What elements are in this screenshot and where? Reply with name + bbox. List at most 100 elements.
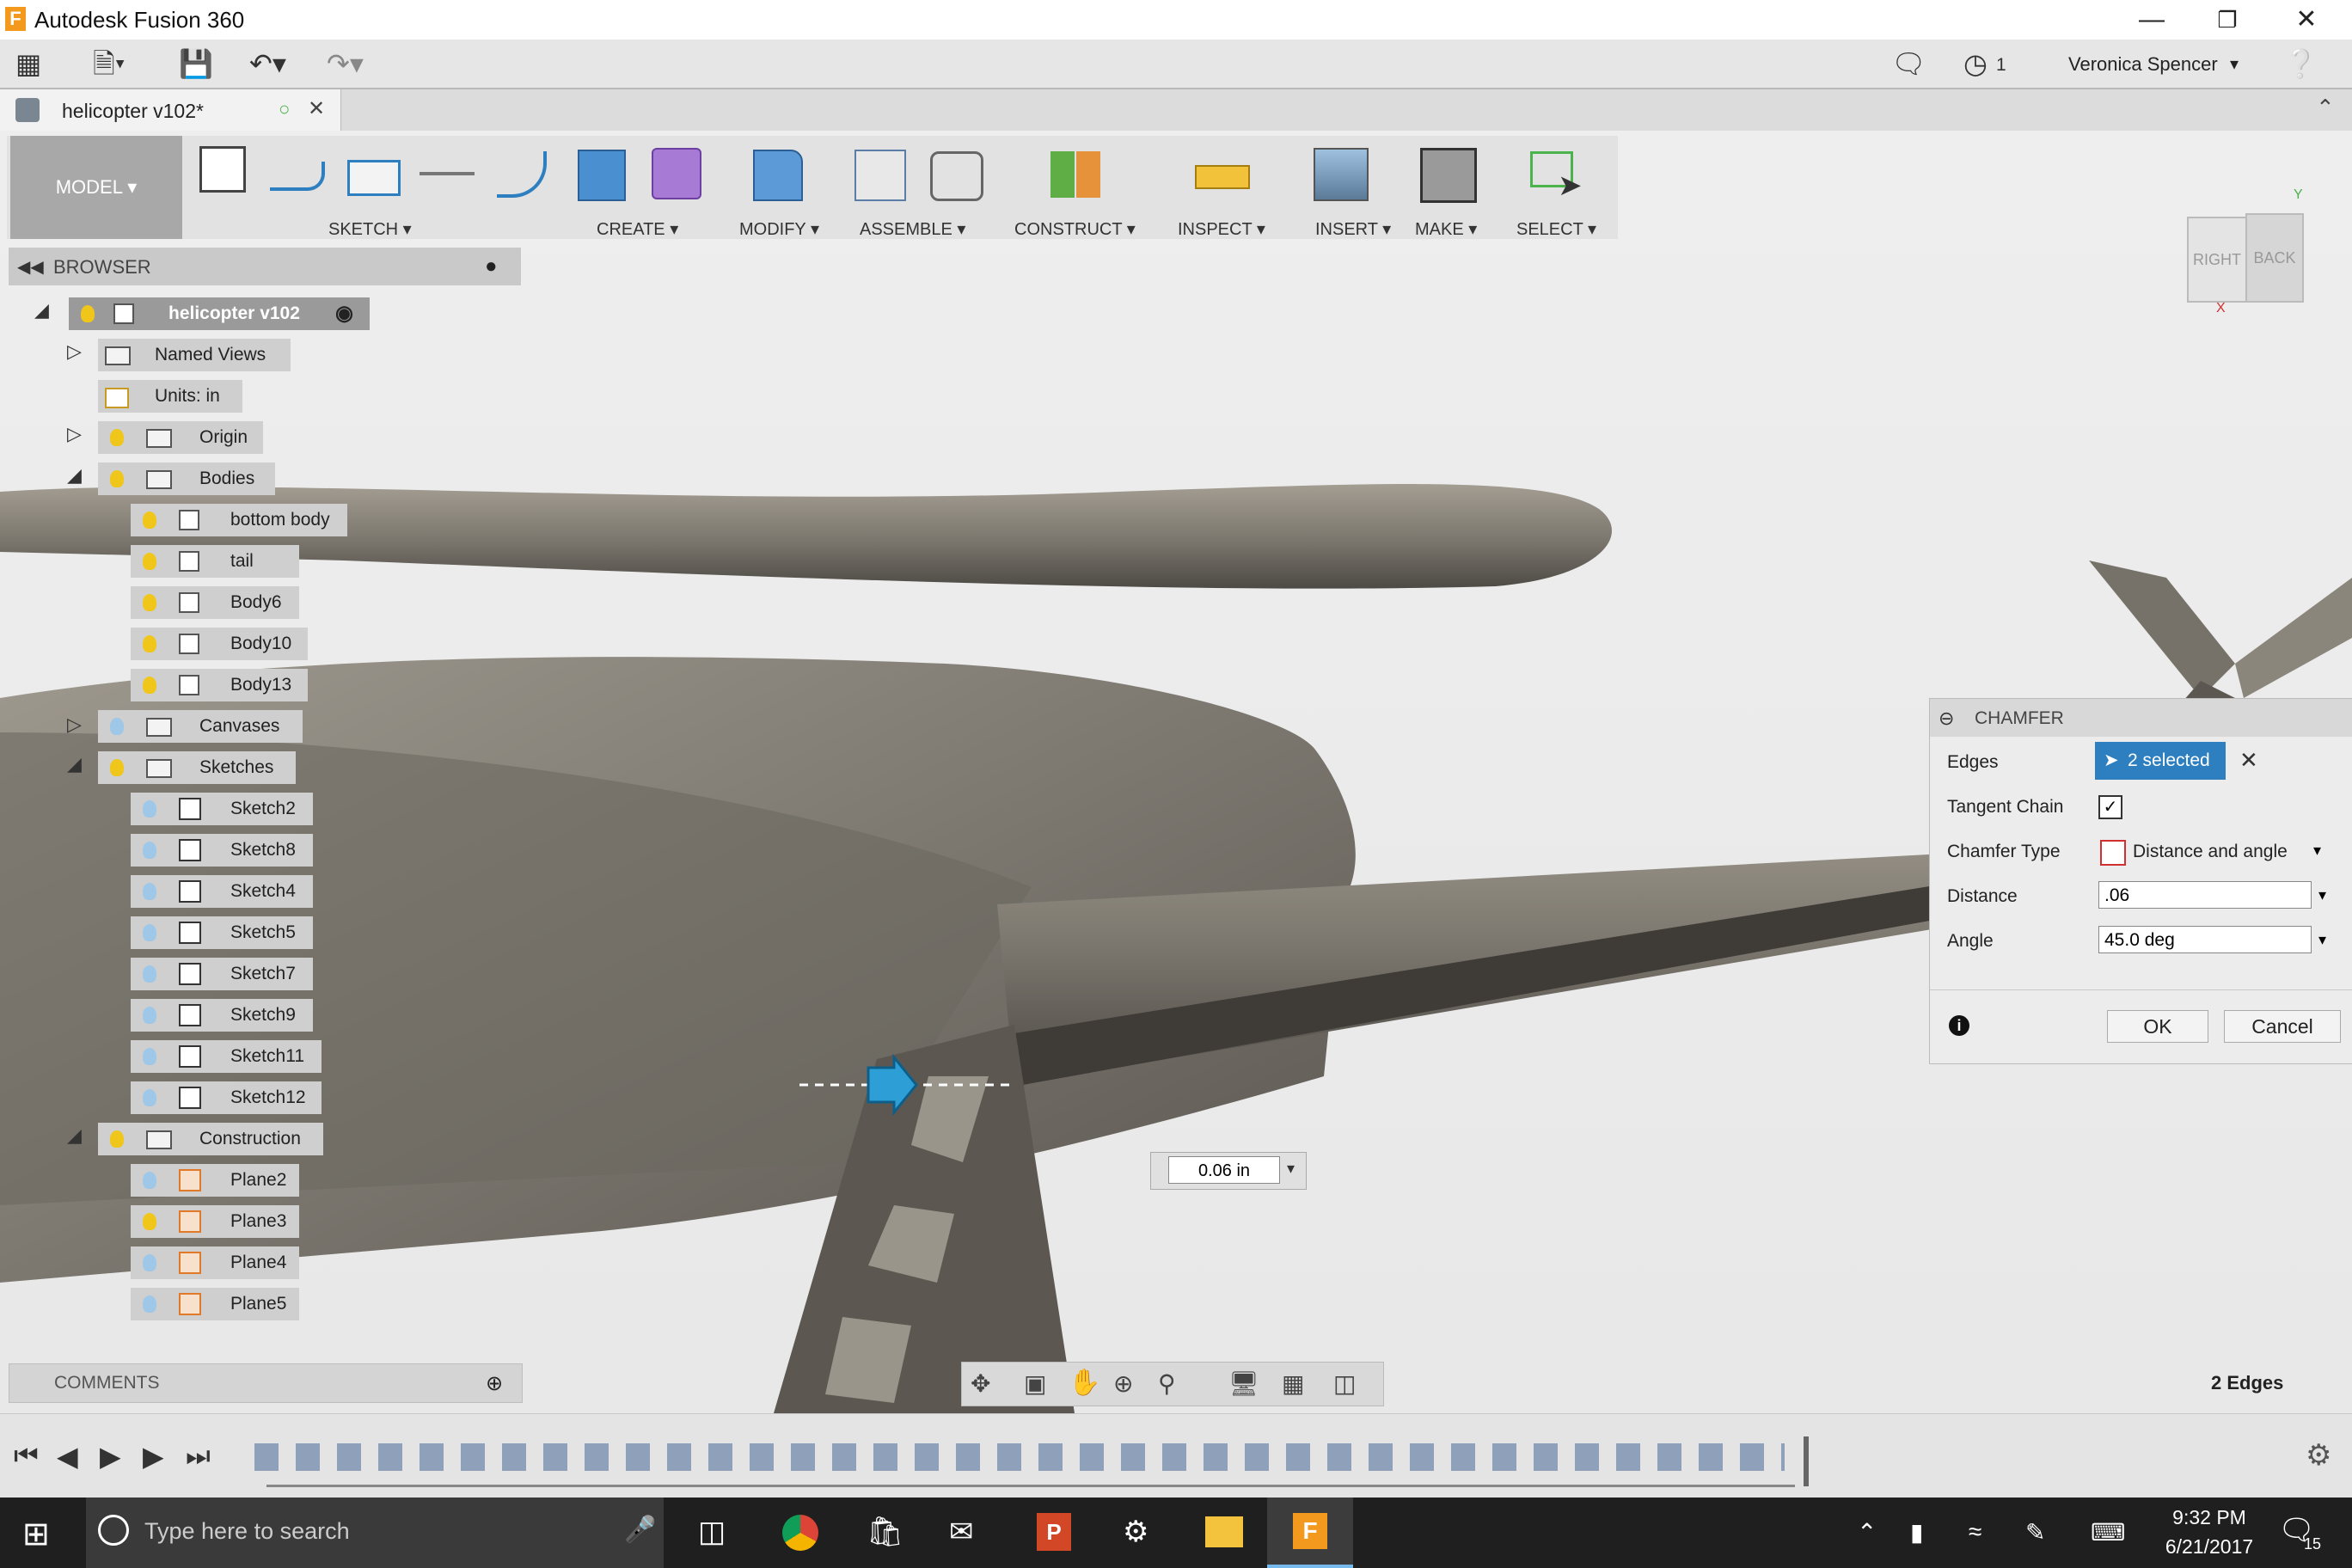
info-icon[interactable]: i <box>1949 1015 1969 1036</box>
sketch-item[interactable]: Sketch5 <box>131 916 313 949</box>
view-cube-right-face[interactable]: RIGHT <box>2187 217 2247 303</box>
minimize-button[interactable]: — <box>2115 0 2189 40</box>
close-button[interactable]: ✕ <box>2269 0 2343 40</box>
sketch-item[interactable]: Sketch9 <box>131 999 313 1032</box>
expand-canvases-icon[interactable]: ▷ <box>67 714 82 736</box>
body-item[interactable]: tail <box>131 545 299 578</box>
chamfer-header[interactable]: ⊖ CHAMFER <box>1930 699 2352 737</box>
visibility-bulb-icon[interactable] <box>143 511 156 529</box>
sketch-group-label[interactable]: SKETCH ▾ <box>328 218 412 240</box>
body-item[interactable]: bottom body <box>131 504 347 536</box>
body-item[interactable]: Body10 <box>131 628 308 660</box>
browser-canvases[interactable]: Canvases <box>98 710 303 743</box>
taskbar-search-box[interactable]: Type here to search 🎤 <box>86 1498 664 1568</box>
go-to-start-icon[interactable]: ⏮ <box>14 1440 39 1473</box>
visibility-bulb-icon[interactable] <box>143 635 156 652</box>
distance-dropdown-icon[interactable]: ▾ <box>2318 886 2326 904</box>
plane-angle-icon[interactable] <box>1076 151 1100 198</box>
assemble-group-label[interactable]: ASSEMBLE ▾ <box>860 218 965 240</box>
browser-origin[interactable]: Origin <box>98 421 263 454</box>
clock-time[interactable]: 9:32 PM <box>2166 1506 2252 1529</box>
3d-print-icon[interactable] <box>1420 148 1477 203</box>
measure-icon[interactable] <box>1195 165 1250 189</box>
look-at-icon[interactable]: ▣ <box>1024 1369 1046 1398</box>
chrome-icon[interactable] <box>782 1515 818 1551</box>
browser-construction[interactable]: Construction <box>98 1123 323 1155</box>
visibility-bulb-icon[interactable] <box>143 1007 156 1024</box>
new-component-icon[interactable] <box>854 150 906 201</box>
mail-icon[interactable]: ✉ <box>949 1515 974 1549</box>
visibility-bulb-icon[interactable] <box>143 677 156 694</box>
redo-icon[interactable]: ↷▾ <box>327 46 364 81</box>
save-icon[interactable]: 💾 <box>179 46 213 81</box>
ok-button[interactable]: OK <box>2107 1010 2208 1043</box>
inspect-group-label[interactable]: INSPECT ▾ <box>1178 218 1265 240</box>
file-explorer-icon[interactable] <box>1205 1516 1243 1547</box>
expand-origin-icon[interactable]: ▷ <box>67 423 82 445</box>
windows-start-icon[interactable]: ⊞ <box>22 1515 50 1553</box>
document-tab[interactable]: helicopter v102* ○ ✕ <box>0 89 341 131</box>
plane-item[interactable]: Plane5 <box>131 1288 299 1320</box>
timeline-track[interactable] <box>266 1485 1795 1487</box>
visibility-bulb-icon[interactable] <box>143 1089 156 1106</box>
angle-input[interactable]: 45.0 deg <box>2098 926 2312 953</box>
offset-plane-icon[interactable] <box>1050 151 1075 198</box>
visibility-bulb-icon[interactable] <box>143 1254 156 1271</box>
visibility-bulb-icon[interactable] <box>143 1213 156 1230</box>
expand-construction-icon[interactable]: ◢ <box>67 1124 82 1147</box>
wifi-icon[interactable]: ≈ <box>1969 1518 1981 1546</box>
collapse-browser-icon[interactable]: ◀◀ <box>17 256 44 278</box>
view-cube[interactable]: RIGHT BACK Y X <box>2184 187 2304 315</box>
visibility-bulb-icon[interactable] <box>110 1130 124 1148</box>
viewports-icon[interactable]: ◫ <box>1333 1369 1356 1398</box>
line-icon[interactable] <box>270 162 325 191</box>
play-icon[interactable]: ▶ <box>100 1440 121 1473</box>
select-group-label[interactable]: SELECT ▾ <box>1516 218 1596 240</box>
step-forward-icon[interactable]: ▶ <box>143 1440 164 1473</box>
expand-named-views-icon[interactable]: ▷ <box>67 340 82 363</box>
form-icon[interactable] <box>652 148 701 199</box>
dimension-value[interactable]: 0.06 in <box>1168 1156 1280 1184</box>
visibility-bulb-icon[interactable] <box>143 883 156 900</box>
view-cube-back-face[interactable]: BACK <box>2245 213 2304 303</box>
clear-selection-icon[interactable]: ✕ <box>2239 747 2258 774</box>
press-pull-icon[interactable] <box>753 150 803 201</box>
microphone-icon[interactable]: 🎤 <box>624 1515 656 1545</box>
visibility-bulb-icon[interactable] <box>143 924 156 941</box>
plane-item[interactable]: Plane2 <box>131 1164 299 1197</box>
angle-dropdown-icon[interactable]: ▾ <box>2318 931 2326 949</box>
orbit-icon[interactable]: ✥ <box>971 1369 990 1398</box>
comments-panel[interactable]: COMMENTS ⊕ <box>9 1363 523 1403</box>
dimension-input-box[interactable]: 0.06 in ▾ <box>1150 1152 1307 1190</box>
plane-item[interactable]: Plane4 <box>131 1246 299 1279</box>
collapse-toolbar-icon[interactable]: ⌃ <box>2316 95 2335 121</box>
step-back-icon[interactable]: ◀ <box>57 1440 78 1473</box>
activate-radio-icon[interactable]: ◉ <box>335 297 353 330</box>
visibility-bulb-icon[interactable] <box>143 800 156 818</box>
sketch-item[interactable]: Sketch2 <box>131 793 313 825</box>
sketch-item[interactable]: Sketch4 <box>131 875 313 908</box>
tangent-chain-checkbox[interactable]: ✓ <box>2098 795 2122 819</box>
help-icon[interactable]: ❔ <box>2283 46 2318 81</box>
show-hidden-icons-icon[interactable]: ⌃ <box>1857 1518 1877 1547</box>
task-view-icon[interactable]: ◫ <box>698 1515 726 1549</box>
browser-header[interactable]: ◀◀ BROWSER ● <box>9 248 521 285</box>
browser-units[interactable]: Units: in <box>98 380 242 413</box>
store-icon[interactable]: 🛍 <box>867 1515 903 1549</box>
comments-icon[interactable]: 🗨 <box>1891 46 1926 81</box>
visibility-bulb-icon[interactable] <box>143 842 156 859</box>
dimension-dropdown-icon[interactable]: ▾ <box>1287 1160 1295 1178</box>
display-settings-icon[interactable]: 🖥 <box>1228 1369 1259 1398</box>
add-comment-icon[interactable]: ⊕ <box>486 1371 503 1396</box>
visibility-bulb-icon[interactable] <box>143 965 156 983</box>
construct-group-label[interactable]: CONSTRUCT ▾ <box>1014 218 1136 240</box>
extrude-icon[interactable] <box>578 150 626 201</box>
sketch-item[interactable]: Sketch7 <box>131 958 313 990</box>
expand-root-icon[interactable]: ◢ <box>34 299 49 322</box>
dimension-icon[interactable] <box>420 172 475 175</box>
visibility-bulb-icon[interactable] <box>110 718 124 735</box>
undo-icon[interactable]: ↶▾ <box>249 46 286 81</box>
sketch-item[interactable]: Sketch12 <box>131 1081 322 1114</box>
body-item[interactable]: Body13 <box>131 669 308 701</box>
create-sketch-icon[interactable] <box>199 146 246 193</box>
